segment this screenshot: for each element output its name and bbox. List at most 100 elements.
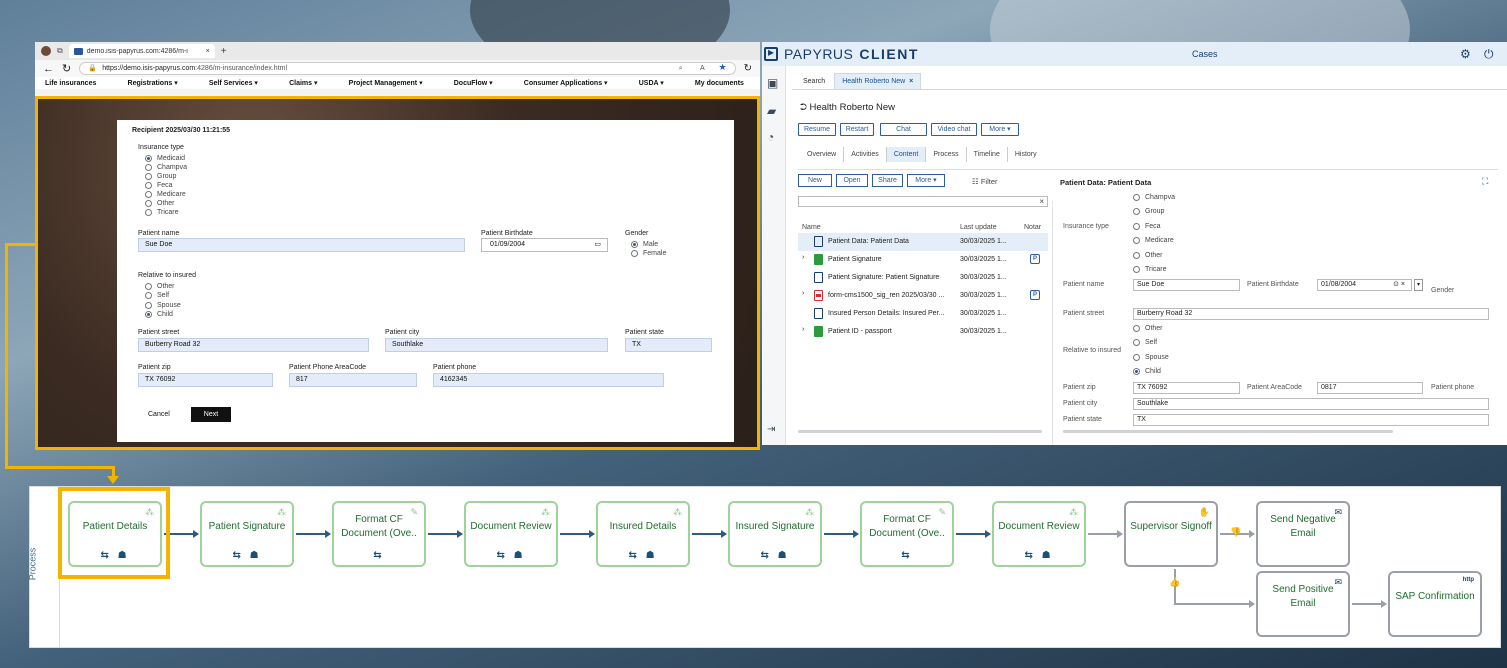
radio-female[interactable]: Female bbox=[631, 250, 666, 257]
radio-group[interactable]: Group bbox=[145, 173, 176, 180]
back-icon[interactable]: ← bbox=[43, 63, 54, 75]
radio-rel-child[interactable]: Child bbox=[1133, 368, 1161, 375]
node-insured-details[interactable]: ⁂ Insured Details ⇆ ☗ bbox=[596, 501, 690, 567]
phone-field[interactable]: 4162345 bbox=[433, 373, 664, 387]
menu-self-services[interactable]: Self Services ▾ bbox=[209, 79, 258, 87]
pie-chart-icon[interactable]: ◔ bbox=[767, 130, 774, 144]
name-field[interactable]: Sue Doe bbox=[1133, 279, 1240, 291]
restart-button[interactable]: Restart bbox=[840, 123, 874, 136]
subtab-activities[interactable]: Activities bbox=[844, 147, 887, 162]
col-name[interactable]: Name bbox=[802, 224, 821, 231]
radio-champva[interactable]: Champva bbox=[145, 164, 187, 171]
city-field[interactable]: Southlake bbox=[1133, 398, 1489, 410]
street-field[interactable]: Burberry Road 32 bbox=[1133, 308, 1489, 320]
radio-champva[interactable]: Champva bbox=[1133, 194, 1175, 201]
radio-group[interactable]: Group bbox=[1133, 208, 1164, 215]
briefcase-icon[interactable]: ▰ bbox=[767, 104, 776, 118]
radio-rel-other[interactable]: Other bbox=[1133, 325, 1163, 332]
favorite-star-icon[interactable]: ★ bbox=[719, 62, 727, 73]
patient-name-field[interactable]: Sue Doe bbox=[138, 238, 465, 252]
url-field[interactable]: 🔒 https://demo.isis-papyrus.com:4286/m-i… bbox=[79, 62, 736, 75]
subtab-process[interactable]: Process bbox=[926, 147, 967, 162]
subtab-timeline[interactable]: Timeline bbox=[967, 147, 1008, 162]
next-button[interactable]: Next bbox=[191, 407, 231, 422]
menu-registrations[interactable]: Registrations ▾ bbox=[128, 79, 178, 87]
expand-icon[interactable]: › bbox=[802, 326, 804, 333]
areacode-field[interactable]: 0817 bbox=[1317, 382, 1423, 394]
cancel-button[interactable]: Cancel bbox=[148, 411, 170, 418]
menu-docuflow[interactable]: DocuFlow ▾ bbox=[454, 79, 493, 87]
subtab-content[interactable]: Content bbox=[886, 147, 927, 162]
radio-rel-spouse[interactable]: Spouse bbox=[1133, 354, 1169, 361]
table-row[interactable]: Patient Data: Patient Data 30/03/2025 1..… bbox=[798, 233, 1048, 251]
content-search-input[interactable]: × bbox=[798, 196, 1048, 207]
browser-tab[interactable]: demo.isis-papyrus.com:4286/m-i × bbox=[68, 44, 215, 58]
node-sap-confirmation[interactable]: http SAP Confirmation bbox=[1388, 571, 1482, 637]
open-button[interactable]: Open bbox=[836, 174, 868, 187]
menu-usda[interactable]: USDA ▾ bbox=[639, 79, 664, 87]
radio-rel-child[interactable]: Child bbox=[145, 311, 173, 318]
state-field[interactable]: TX bbox=[1133, 414, 1489, 426]
table-scrollbar[interactable] bbox=[798, 430, 1042, 433]
close-tab-icon[interactable]: × bbox=[206, 48, 210, 55]
calendar-icon[interactable]: ▭ bbox=[594, 239, 601, 251]
radio-rel-self[interactable]: Self bbox=[1133, 339, 1157, 346]
node-document-review-1[interactable]: ⁂ Document Review ⇆ ☗ bbox=[464, 501, 558, 567]
node-send-positive-email[interactable]: ✉ Send Positive Email bbox=[1256, 571, 1350, 637]
radio-medicare[interactable]: Medicare bbox=[145, 191, 186, 198]
subtab-history[interactable]: History bbox=[1008, 147, 1044, 162]
zoom-icon[interactable]: ⌕ bbox=[679, 63, 683, 74]
node-format-cf-2[interactable]: ✎ Format CF Document (Ove.. ⇆ bbox=[860, 501, 954, 567]
filter-button[interactable]: ☷ Filter bbox=[972, 177, 998, 186]
new-button[interactable]: New bbox=[798, 174, 832, 187]
radio-rel-spouse[interactable]: Spouse bbox=[145, 302, 181, 309]
settings-gear-icon[interactable]: ⚙ bbox=[1460, 47, 1471, 61]
table-row[interactable]: Patient Signature: Patient Signature 30/0… bbox=[798, 269, 1048, 287]
menu-life-insurances[interactable]: Life insurances bbox=[45, 80, 96, 87]
radio-other[interactable]: Other bbox=[145, 200, 175, 207]
more-content-button[interactable]: More ▾ bbox=[907, 174, 945, 187]
radio-medicare[interactable]: Medicare bbox=[1133, 237, 1174, 244]
expand-icon[interactable]: › bbox=[802, 290, 804, 297]
fullscreen-icon[interactable]: ⛶ bbox=[1482, 176, 1488, 187]
power-icon[interactable]: ⏻ bbox=[1484, 47, 1494, 62]
radio-tricare[interactable]: Tricare bbox=[1133, 266, 1167, 273]
share-button[interactable]: Share bbox=[872, 174, 903, 187]
close-icon[interactable]: × bbox=[909, 78, 913, 85]
menu-consumer-applications[interactable]: Consumer Applications ▾ bbox=[524, 79, 608, 87]
radio-male[interactable]: Male bbox=[631, 241, 658, 248]
expand-icon[interactable]: › bbox=[802, 254, 804, 261]
street-field[interactable]: Burberry Road 32 bbox=[138, 338, 369, 352]
resume-button[interactable]: Resume bbox=[798, 123, 836, 136]
table-row[interactable]: Insured Person Details: Insured Per... 30… bbox=[798, 305, 1048, 323]
node-format-cf-1[interactable]: ✎ Format CF Document (Ove.. ⇆ bbox=[332, 501, 426, 567]
expand-sidebar-icon[interactable]: ⇥ bbox=[767, 424, 775, 435]
subtab-overview[interactable]: Overview bbox=[800, 147, 845, 162]
read-aloud-icon[interactable]: A bbox=[700, 63, 705, 74]
radio-feca[interactable]: Feca bbox=[1133, 223, 1161, 230]
areacode-field[interactable]: 817 bbox=[289, 373, 417, 387]
new-tab-icon[interactable]: + bbox=[221, 46, 227, 57]
col-last-update[interactable]: Last update bbox=[960, 224, 997, 231]
table-row[interactable]: › form-cms1500_sig_ren 2025/03/30 ... 30/0… bbox=[798, 287, 1048, 305]
radio-medicaid[interactable]: Medicaid bbox=[145, 155, 185, 162]
clear-date-icon[interactable]: ⊙ × bbox=[1393, 280, 1405, 290]
city-field[interactable]: Southlake bbox=[385, 338, 608, 352]
reload-icon[interactable]: ↻ bbox=[62, 62, 71, 75]
menu-my-documents[interactable]: My documents bbox=[695, 80, 744, 87]
chat-button[interactable]: Chat bbox=[880, 123, 927, 136]
more-actions-button[interactable]: More ▾ bbox=[981, 123, 1019, 136]
menu-claims[interactable]: Claims ▾ bbox=[289, 79, 317, 87]
node-supervisor-signoff[interactable]: ✋ Supervisor Signoff bbox=[1124, 501, 1218, 567]
radio-other[interactable]: Other bbox=[1133, 252, 1163, 259]
radio-rel-self[interactable]: Self bbox=[145, 292, 169, 299]
inbox-icon[interactable]: ▣ bbox=[767, 76, 778, 90]
birth-field[interactable]: 01/08/2004 ⊙ × bbox=[1317, 279, 1412, 291]
radio-feca[interactable]: Feca bbox=[145, 182, 173, 189]
birthdate-field[interactable]: 01/09/2004 ▭ bbox=[481, 238, 608, 252]
col-notar[interactable]: Notar bbox=[1024, 224, 1041, 231]
tab-health-roberto[interactable]: Health Roberto New × bbox=[834, 73, 922, 89]
menu-project-management[interactable]: Project Management ▾ bbox=[349, 79, 423, 87]
tab-actions-icon[interactable]: ⧉ bbox=[57, 46, 63, 56]
node-patient-signature[interactable]: ⁂ Patient Signature ⇆ ☗ bbox=[200, 501, 294, 567]
